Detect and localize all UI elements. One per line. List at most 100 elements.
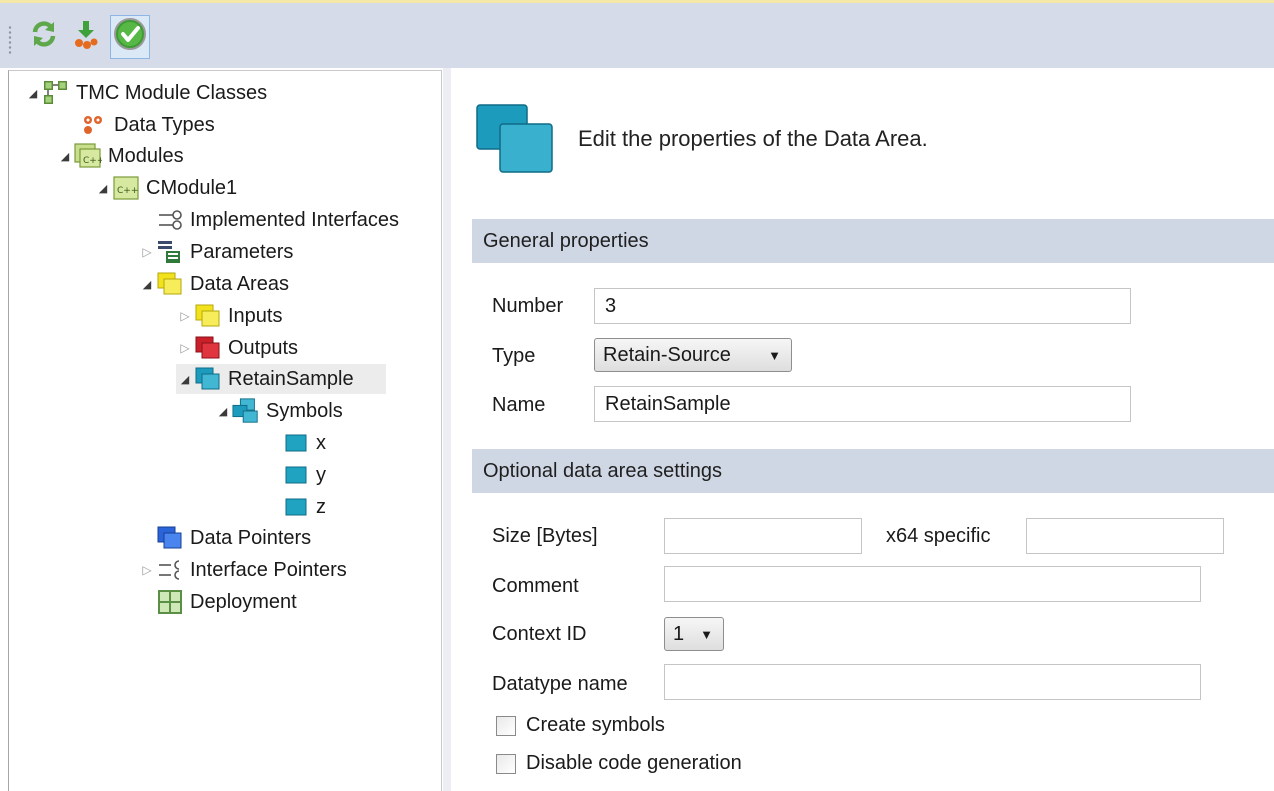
tree-item-label: RetainSample (228, 367, 354, 390)
expand-icon[interactable]: ◢ (176, 364, 194, 394)
symbols-icon (232, 398, 260, 424)
type-select[interactable]: Retain-Source ▼ (594, 338, 792, 372)
create-symbols-label: Create symbols (526, 714, 665, 736)
collapse-icon[interactable]: ▷ (176, 333, 194, 363)
disable-codegen-label: Disable code generation (526, 752, 742, 774)
tree-item-data-pointers[interactable]: Data Pointers (138, 523, 311, 553)
type-label: Type (492, 345, 536, 367)
tree-item-data-types[interactable]: Data Types (62, 110, 215, 140)
deployment-icon (156, 589, 184, 615)
download-icon (70, 18, 102, 56)
expand-icon[interactable]: ◢ (56, 141, 74, 171)
tree-item-symbol-z[interactable]: z (264, 492, 326, 522)
tree-item-label: Inputs (228, 304, 283, 327)
tree-item-label: TMC Module Classes (76, 81, 268, 104)
tree-item-cmodule1[interactable]: ◢ C++ CModule1 (94, 173, 237, 203)
collapse-icon[interactable]: ▷ (138, 237, 156, 267)
create-symbols-option[interactable]: Create symbols (496, 714, 665, 737)
dropdown-arrow-icon: ▼ (700, 627, 713, 642)
symbol-icon (282, 494, 310, 520)
editor-description: Edit the properties of the Data Area. (578, 126, 928, 151)
tree-item-label: Symbols (266, 399, 343, 422)
tree-item-label: x (316, 431, 326, 454)
expand-icon[interactable]: ◢ (94, 173, 112, 203)
collapse-icon[interactable]: ▷ (138, 555, 156, 585)
symbol-icon (282, 462, 310, 488)
check-icon (113, 17, 147, 57)
svg-text:C++: C++ (83, 156, 102, 166)
create-symbols-checkbox[interactable] (496, 715, 516, 736)
parameters-icon (156, 239, 184, 265)
cmodule-icon: C++ (112, 175, 140, 201)
name-label: Name (492, 394, 546, 416)
context-id-value: 1 (673, 622, 685, 645)
tree-item-label: y (316, 463, 326, 486)
disable-codegen-option[interactable]: Disable code generation (496, 752, 742, 775)
size-label: Size [Bytes] (492, 525, 598, 547)
expand-icon[interactable]: ◢ (24, 78, 42, 108)
refresh-button[interactable] (24, 15, 64, 59)
activate-check-button[interactable] (110, 15, 150, 59)
tree-item-implemented-interfaces[interactable]: Implemented Interfaces (138, 205, 399, 235)
interface-pointers-icon (156, 557, 184, 583)
svg-text:C++: C++ (117, 186, 138, 196)
number-field[interactable] (594, 288, 1131, 324)
comment-label: Comment (492, 575, 579, 597)
tree-item-outputs[interactable]: ▷ Outputs (176, 333, 298, 363)
collapse-icon[interactable]: ▷ (176, 301, 194, 331)
toolbar (0, 0, 1274, 68)
modules-icon: C++ (74, 143, 102, 169)
tree-item-symbol-x[interactable]: x (264, 428, 326, 458)
context-id-select[interactable]: 1 ▼ (664, 617, 724, 651)
data-areas-icon (156, 271, 184, 297)
tree-item-retainsample[interactable]: ◢ RetainSample (176, 364, 386, 394)
inputs-icon (194, 303, 222, 329)
tree-item-label: Interface Pointers (190, 558, 347, 581)
tree-item-modules[interactable]: ◢ C++ Modules (56, 141, 184, 171)
type-select-value: Retain-Source (603, 343, 731, 366)
module-classes-icon (42, 80, 70, 106)
tree-item-interface-pointers[interactable]: ▷ Interface Pointers (138, 555, 347, 585)
context-id-label: Context ID (492, 623, 587, 645)
general-properties-header: General properties (472, 219, 1274, 263)
name-field[interactable] (594, 386, 1131, 422)
outputs-icon (194, 335, 222, 361)
datatype-name-field[interactable] (664, 664, 1201, 700)
tree-item-label: Parameters (190, 240, 294, 263)
tree-item-label: Modules (108, 144, 184, 167)
tree-item-tmc-module-classes[interactable]: ◢ TMC Module Classes (24, 78, 267, 108)
data-pointers-icon (156, 525, 184, 551)
tree-item-symbol-y[interactable]: y (264, 460, 326, 490)
tree-item-inputs[interactable]: ▷ Inputs (176, 301, 282, 331)
tree-item-symbols[interactable]: ◢ Symbols (214, 396, 343, 426)
tree-item-parameters[interactable]: ▷ Parameters (138, 237, 293, 267)
tree-item-label: CModule1 (146, 176, 238, 199)
dropdown-arrow-icon: ▼ (768, 348, 781, 363)
tree-item-label: Data Areas (190, 272, 289, 295)
x64-specific-label: x64 specific (886, 525, 991, 547)
expand-icon[interactable]: ◢ (214, 396, 232, 426)
data-types-icon (80, 112, 108, 138)
tree-item-label: z (316, 495, 326, 518)
number-label: Number (492, 295, 564, 317)
download-button[interactable] (66, 15, 106, 59)
tree-item-label: Outputs (228, 336, 299, 359)
toolbar-grip[interactable] (8, 25, 12, 55)
size-field[interactable] (664, 518, 862, 554)
expand-icon[interactable]: ◢ (138, 269, 156, 299)
interfaces-icon (156, 207, 184, 233)
panel-splitter[interactable] (443, 68, 451, 791)
tree-item-label: Data Types (114, 113, 215, 136)
refresh-icon (28, 18, 60, 56)
data-area-editor: Edit the properties of the Data Area. Ge… (452, 68, 1274, 791)
tree-item-label: Deployment (190, 590, 297, 613)
tree-item-label: Data Pointers (190, 526, 312, 549)
comment-field[interactable] (664, 566, 1201, 602)
tree-item-deployment[interactable]: Deployment (138, 587, 297, 617)
symbol-icon (282, 430, 310, 456)
optional-settings-header: Optional data area settings (472, 449, 1274, 493)
disable-codegen-checkbox[interactable] (496, 753, 516, 774)
x64-specific-field[interactable] (1026, 518, 1224, 554)
retain-icon (194, 366, 222, 392)
tree-item-data-areas[interactable]: ◢ Data Areas (138, 269, 289, 299)
